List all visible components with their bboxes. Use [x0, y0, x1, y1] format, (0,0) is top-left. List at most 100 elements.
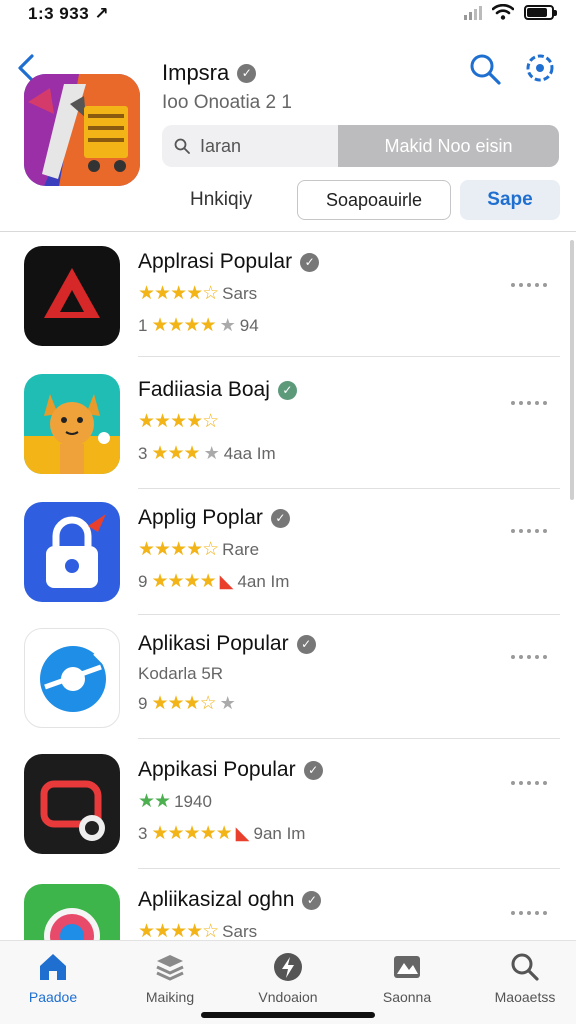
search-icon [511, 953, 539, 981]
app-title: Fadiiasia Boaj ✓ [138, 378, 297, 402]
segment-right[interactable]: Makid Noo eisin [338, 125, 559, 167]
stats-line: 3 ★★★ ★ 4aa Im [138, 442, 276, 465]
chip-filled-button[interactable]: Sape [460, 180, 560, 220]
star-gray-icon: ★ [219, 315, 236, 335]
rating-line: Kodarla 5R [138, 664, 223, 684]
stats-suffix: 9an Im [253, 823, 306, 843]
list-item[interactable]: Applig Poplar ✓ ★★★★☆ Rare 9 ★★★★ ◣ 4an … [0, 500, 576, 628]
chip-filled-label: Sape [487, 189, 533, 210]
rating-text: Sars [222, 921, 258, 941]
rating-line: ★★★★☆ Sars [138, 920, 257, 940]
bolt-icon [274, 953, 302, 981]
tab-saonna[interactable]: Saonna [352, 951, 462, 1005]
segment-right-label: Makid Noo eisin [384, 135, 513, 156]
app-title-text: Apliikasizal oghn [138, 888, 295, 911]
more-options-icon[interactable] [511, 526, 555, 536]
star-gray-icon: ★ [203, 443, 220, 463]
app-title-text: Appikasi Popular [138, 758, 296, 781]
tab-home[interactable]: Paadoe [0, 951, 108, 1005]
stats-prefix: 1 [138, 315, 148, 335]
tab-label: Maoaetss [494, 989, 556, 1005]
row-divider [138, 868, 560, 869]
app-title-text: Impsra [162, 60, 230, 85]
rating-stars-icon: ★★★★ [151, 315, 216, 336]
search-small-icon [174, 138, 190, 154]
rating-stars-icon: ★★★★☆ [138, 283, 219, 304]
search-icon[interactable] [468, 52, 502, 86]
segment-search[interactable]: Iaran [162, 125, 338, 167]
app-subtitle: Ioo Onoatia 2 1 [162, 92, 292, 113]
app-hero-icon [24, 74, 140, 186]
verified-badge-icon: ✓ [300, 252, 320, 272]
list-item[interactable]: Applrasi Popular ✓ ★★★★☆ Sars 1 ★★★★ ★ 9… [0, 244, 576, 372]
tab-vndoaion[interactable]: Vndoaion [233, 951, 343, 1005]
chip-plain[interactable]: Hnkiqiy [190, 189, 252, 211]
rating-line: ★★★★☆ [138, 410, 222, 433]
map-icon [394, 956, 420, 978]
stats-prefix: 3 [138, 823, 148, 843]
app-title: Impsra ✓ [162, 60, 257, 86]
list-item[interactable]: Fadiiasia Boaj ✓ ★★★★☆ 3 ★★★ ★ 4aa Im [0, 372, 576, 500]
tab-label: Vndoaion [258, 989, 318, 1005]
row-divider [138, 356, 560, 357]
rating-stars-icon: ★★ [138, 791, 171, 812]
more-options-icon[interactable] [511, 398, 555, 408]
more-options-icon[interactable] [511, 908, 555, 918]
stats-line: 3 ★★★★★ ◣ 9an Im [138, 822, 305, 845]
tab-label: Paadoe [28, 989, 78, 1005]
app-title: Aplikasi Popular ✓ [138, 632, 316, 656]
rating-stars-icon: ★★★★☆ [138, 411, 219, 432]
rating-stars-icon: ★★★★☆ [138, 921, 219, 940]
chip-outline-button[interactable]: Soapoauirle [297, 180, 451, 220]
rating-text: Rare [222, 539, 260, 559]
gear-icon[interactable] [522, 50, 558, 86]
rating-text: 1940 [174, 791, 212, 811]
more-options-icon[interactable] [511, 280, 555, 290]
row-divider [138, 614, 560, 615]
rating-text: Kodarla 5R [138, 664, 224, 683]
star-red-icon: ◣ [235, 823, 250, 843]
list-item[interactable]: Appikasi Popular ✓ ★★ 1940 3 ★★★★★ ◣ 9an… [0, 752, 576, 880]
home-indicator[interactable] [201, 1012, 375, 1018]
scrollbar[interactable] [570, 240, 574, 500]
stack-icon [156, 955, 184, 981]
status-bar: 1:3 933 ↗ [0, 0, 576, 30]
list-item[interactable]: Aplikasi Popular ✓ Kodarla 5R 9 ★★★☆ ★ [0, 626, 576, 754]
more-options-icon[interactable] [511, 652, 555, 662]
wifi-icon [492, 4, 514, 20]
signal-icon [464, 4, 482, 20]
tab-search[interactable]: Maoaetss [470, 951, 576, 1005]
rating-line: ★★★★☆ Sars [138, 282, 257, 305]
battery-icon [524, 4, 557, 20]
app-title: Appikasi Popular ✓ [138, 758, 323, 782]
tab-label: Maiking [145, 989, 195, 1005]
app-icon-record [24, 754, 120, 854]
app-title-text: Aplikasi Popular [138, 632, 289, 655]
tab-label: Saonna [382, 989, 432, 1005]
chip-row: Hnkiqiy Soapoauirle Sape [162, 180, 560, 220]
app-icon-red-triangle [24, 246, 120, 346]
app-title: Applig Poplar ✓ [138, 506, 290, 530]
more-options-icon[interactable] [511, 778, 555, 788]
list-item[interactable]: Apliikasizal oghn ✓ ★★★★☆ Sars [0, 882, 576, 940]
segment-left-label: Iaran [200, 135, 242, 156]
app-title-text: Fadiiasia Boaj [138, 378, 270, 401]
verified-badge-icon: ✓ [302, 890, 322, 910]
star-gray-icon: ★ [219, 693, 236, 713]
rating-stars-icon: ★★★☆ [151, 693, 216, 714]
segmented-control[interactable]: Iaran Makid Noo eisin [162, 125, 559, 167]
row-divider [138, 738, 560, 739]
rating-stars-icon: ★★★★☆ [138, 539, 219, 560]
chip-outline-label: Soapoauirle [325, 189, 423, 210]
app-list: Applrasi Popular ✓ ★★★★☆ Sars 1 ★★★★ ★ 9… [0, 232, 576, 940]
stats-prefix: 9 [138, 693, 148, 713]
app-title: Apliikasizal oghn ✓ [138, 888, 322, 912]
verified-badge-icon: ✓ [296, 634, 316, 654]
tab-making[interactable]: Maiking [115, 951, 225, 1005]
app-title-text: Applrasi Popular [138, 250, 293, 273]
app-icon-fox [24, 374, 120, 474]
app-title-text: Applig Poplar [138, 506, 263, 529]
rating-line: ★★★★☆ Rare [138, 538, 259, 561]
rating-stars-icon: ★★★ [151, 443, 200, 464]
verified-badge-icon: ✓ [237, 63, 257, 83]
